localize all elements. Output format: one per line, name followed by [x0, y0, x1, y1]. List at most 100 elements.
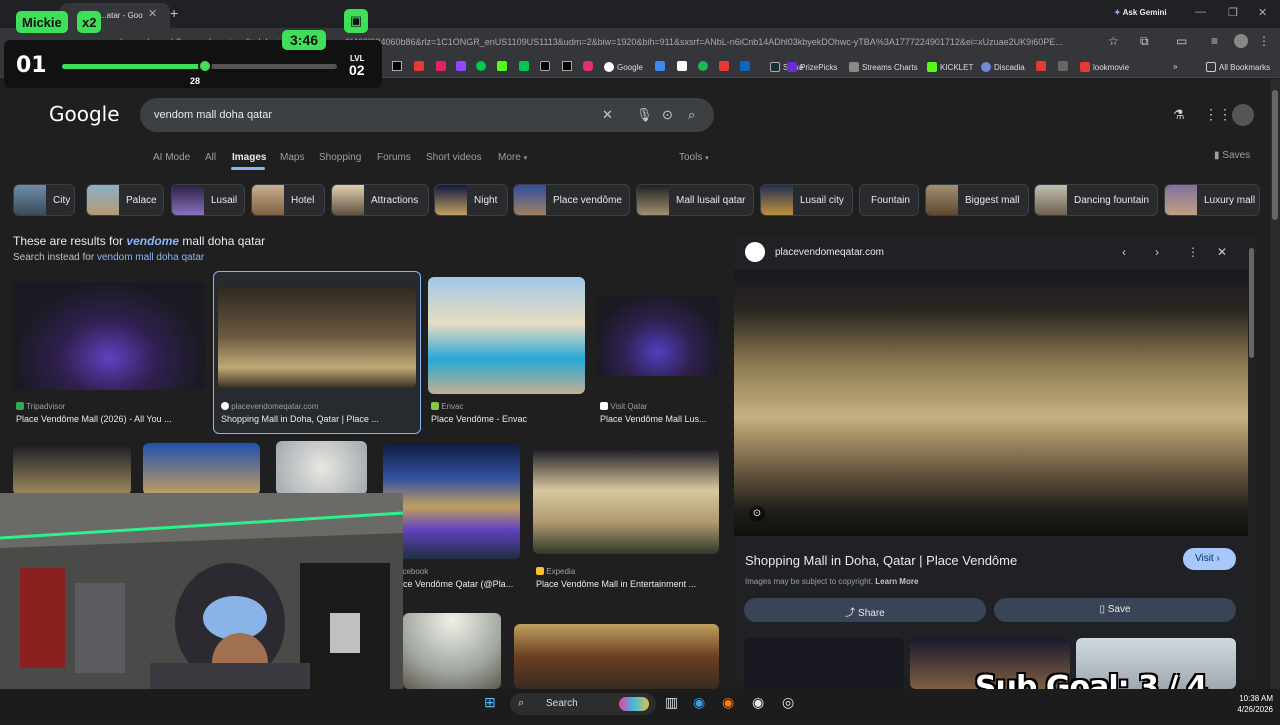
task-view-icon[interactable]: ▥: [665, 694, 678, 711]
bookmark-icon-blue[interactable]: [655, 61, 665, 71]
bookmark-icon-gray[interactable]: [1058, 61, 1068, 71]
result-image[interactable]: [533, 448, 719, 554]
tab-close-icon[interactable]: ✕: [148, 7, 157, 20]
chip-lusail-city[interactable]: Lusail city: [760, 184, 853, 216]
bookmark-icon-twitch[interactable]: [456, 61, 466, 71]
result-image[interactable]: [143, 443, 260, 495]
clear-icon[interactable]: ✕: [602, 107, 613, 123]
image-title[interactable]: Shopping Mall in Doha, Qatar | Place ...: [221, 414, 416, 424]
result-image[interactable]: [514, 624, 719, 689]
image-title[interactable]: Place Vendôme Mall Lus...: [600, 414, 720, 424]
labs-flask-icon[interactable]: ⚗: [1173, 107, 1185, 123]
search-input[interactable]: vendom mall doha qatar: [154, 109, 272, 121]
tab-more[interactable]: More ▾: [498, 152, 527, 163]
share-button[interactable]: ⤴ Share: [744, 598, 986, 622]
bookmark-kicklet[interactable]: KICKLET: [927, 62, 973, 72]
bookmark-icon-linkedin[interactable]: [740, 61, 750, 71]
result-image[interactable]: [383, 443, 520, 559]
more-options-icon[interactable]: ⋮: [1187, 245, 1199, 259]
bookmark-icon-kick[interactable]: [497, 61, 507, 71]
saves-button[interactable]: ▮ Saves: [1214, 150, 1250, 161]
tab-short-videos[interactable]: Short videos: [426, 152, 482, 163]
result-image[interactable]: [597, 296, 719, 376]
chip-hotel[interactable]: Hotel: [251, 184, 325, 216]
bookmark-discadia[interactable]: Discadia: [981, 62, 1025, 72]
bookmark-icon-spotify[interactable]: [698, 61, 708, 71]
lens-search-icon[interactable]: ⊙: [749, 506, 765, 522]
chip-attractions[interactable]: Attractions: [331, 184, 429, 216]
search-instead-link[interactable]: vendom mall doha qatar: [97, 252, 204, 263]
ask-gemini-button[interactable]: ✦ Ask Gemini: [1106, 5, 1175, 23]
image-title[interactable]: ace Vendôme Qatar (@Pla...: [398, 579, 518, 589]
chip-fountain[interactable]: Fountain: [859, 184, 919, 216]
bookmark-icon-h[interactable]: [392, 61, 402, 71]
result-image[interactable]: [428, 277, 585, 394]
bookmark-lookmovie[interactable]: lookmovie: [1080, 62, 1129, 72]
profile-avatar[interactable]: [1234, 34, 1248, 48]
browser-menu-icon[interactable]: ⋮: [1258, 34, 1270, 48]
result-image[interactable]: [403, 613, 501, 689]
tab-shopping[interactable]: Shopping: [319, 152, 361, 163]
clock-date[interactable]: 4/26/2026: [1227, 705, 1273, 714]
chip-luxury-mall[interactable]: Luxury mall: [1164, 184, 1260, 216]
chip-palace[interactable]: Palace: [86, 184, 164, 216]
chip-dancing-fountain[interactable]: Dancing fountain: [1034, 184, 1158, 216]
bookmark-google[interactable]: Google: [604, 62, 643, 72]
menu-list-icon[interactable]: ≡: [1211, 34, 1218, 48]
chrome-icon[interactable]: ◉: [752, 694, 764, 711]
related-image[interactable]: [744, 638, 904, 689]
maximize-icon[interactable]: ❐: [1228, 6, 1238, 19]
cast-icon[interactable]: ▭: [1176, 34, 1187, 48]
bookmark-icon-white[interactable]: [677, 61, 687, 71]
chip-biggest-mall[interactable]: Biggest mall: [925, 184, 1029, 216]
new-tab-icon[interactable]: +: [170, 5, 178, 21]
page-scrollbar[interactable]: [1272, 90, 1278, 220]
image-title[interactable]: Place Vendôme Mall (2026) - All You ...: [16, 414, 206, 424]
bookmark-icon-tiktok[interactable]: [540, 61, 550, 71]
chip-place-vendome[interactable]: Place vendôme: [513, 184, 630, 216]
image-title[interactable]: Place Vendôme Mall in Entertainment ...: [536, 579, 720, 589]
bookmark-icon-x[interactable]: [562, 61, 572, 71]
close-icon[interactable]: ✕: [1217, 245, 1227, 259]
chip-mall-lusail-qatar[interactable]: Mall lusail qatar: [636, 184, 754, 216]
microphone-icon[interactable]: 🎙: [636, 107, 653, 123]
learn-more-link[interactable]: Learn More: [875, 577, 918, 586]
clock-time[interactable]: 10:38 AM: [1233, 694, 1273, 703]
bookmark-icon-chart[interactable]: [719, 61, 729, 71]
apps-grid-icon[interactable]: ⋮⋮: [1204, 106, 1232, 123]
bookmark-icon-s[interactable]: [1036, 61, 1046, 71]
tab-forums[interactable]: Forums: [377, 152, 411, 163]
bookmark-icon-instagram[interactable]: [583, 61, 593, 71]
next-icon[interactable]: ›: [1155, 245, 1159, 259]
bookmarks-overflow-icon[interactable]: »: [1173, 62, 1177, 71]
search-icon[interactable]: ⌕: [688, 107, 695, 123]
edge-icon[interactable]: ◉: [693, 694, 705, 711]
result-image[interactable]: [276, 441, 367, 495]
tab-ai-mode[interactable]: AI Mode: [153, 152, 190, 163]
tools-button[interactable]: Tools ▾: [679, 152, 709, 163]
extensions-icon[interactable]: ⧉: [1140, 34, 1149, 49]
chip-city[interactable]: City: [13, 184, 75, 216]
image-title[interactable]: Place Vendôme - Envac: [431, 414, 586, 424]
visit-button[interactable]: Visit ›: [1183, 548, 1236, 570]
firefox-icon[interactable]: ◉: [722, 694, 734, 711]
tab-all[interactable]: All: [205, 152, 216, 163]
window-close-icon[interactable]: ✕: [1258, 6, 1267, 19]
save-button[interactable]: ▯ Save: [994, 598, 1236, 622]
result-image[interactable]: [218, 285, 416, 388]
minimize-icon[interactable]: —: [1195, 6, 1206, 18]
windows-start-icon[interactable]: ⊞: [484, 694, 496, 711]
bookmark-streams-charts[interactable]: Streams Charts: [849, 62, 918, 72]
google-logo[interactable]: Google: [49, 102, 120, 126]
chip-night[interactable]: Night: [434, 184, 508, 216]
previous-icon[interactable]: ‹: [1122, 245, 1126, 259]
chip-lusail[interactable]: Lusail: [171, 184, 245, 216]
panel-scrollbar[interactable]: [1249, 248, 1254, 358]
bookmark-prizepicks[interactable]: PrizePicks: [787, 62, 837, 72]
preview-image[interactable]: [734, 270, 1248, 536]
result-image[interactable]: [13, 443, 131, 495]
bookmark-star-icon[interactable]: ☆: [1108, 34, 1119, 48]
lens-icon[interactable]: ⊙: [662, 107, 673, 123]
all-bookmarks[interactable]: All Bookmarks: [1206, 62, 1270, 72]
panel-site-name[interactable]: placevendomeqatar.com: [775, 247, 884, 258]
